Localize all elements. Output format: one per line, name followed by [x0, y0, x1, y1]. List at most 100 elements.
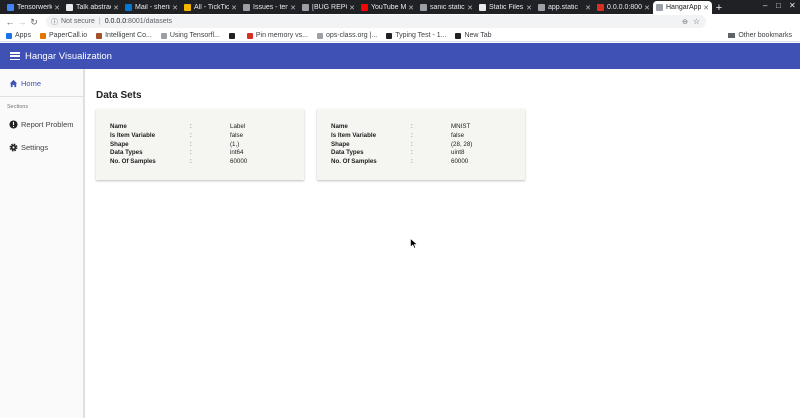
reload-icon[interactable]: ↻	[28, 17, 40, 28]
new-tab-button[interactable]: +	[712, 1, 726, 14]
url-separator: |	[98, 18, 101, 25]
hamburger-menu-icon[interactable]	[10, 52, 20, 60]
sidebar-item-home[interactable]: Home	[0, 75, 83, 91]
browser-tab[interactable]: Tensorwerk ✕	[4, 1, 63, 14]
row-sep: :	[411, 131, 413, 139]
bookmark-item[interactable]: Using Tensorfl...	[160, 32, 220, 39]
bookmark-item[interactable]: Typing Test - 1...	[386, 32, 446, 39]
dataset-card-mnist[interactable]: Name: MNIST Is Item Variable: false Shape:…	[317, 109, 525, 180]
tab-label: YouTube Mu	[371, 4, 407, 11]
tab-close-icon[interactable]: ✕	[644, 4, 650, 12]
minimize-icon[interactable]: –	[763, 1, 767, 10]
tab-label: sanic static	[430, 4, 465, 11]
tab-close-icon[interactable]: ✕	[526, 4, 532, 12]
tab-close-icon[interactable]: ✕	[113, 4, 119, 12]
browser-toolbar: ← → ↻ ⓘ Not secure | 0.0.0.0:8001/datase…	[0, 14, 800, 39]
tab-close-icon[interactable]: ✕	[172, 4, 178, 12]
row-sep: :	[411, 158, 413, 166]
app-title: Hangar Visualization	[25, 50, 112, 62]
sidebar-section-header: Sections	[7, 104, 29, 110]
tab-close-icon[interactable]: ✕	[703, 4, 709, 12]
main-content: Data Sets Name: Label Is Item Variable: fa…	[87, 69, 800, 418]
browser-tab[interactable]: Talk abstract✕	[63, 1, 122, 14]
tab-label: [BUG REPORT	[312, 4, 347, 11]
maximize-icon[interactable]: □	[776, 1, 781, 10]
tab-close-icon[interactable]: ✕	[231, 4, 237, 12]
browser-tab[interactable]: 0.0.0.0:800 ✕	[594, 1, 653, 14]
row-key: Data Types	[110, 149, 143, 157]
sidebar-item-report-problem[interactable]: Report Problem	[0, 116, 83, 132]
tab-label: app.static	[548, 4, 578, 11]
bookmark-item[interactable]: Apps	[6, 32, 31, 39]
bookmark-item[interactable]: New Tab	[455, 32, 492, 39]
sidebar-item-settings[interactable]: Settings	[0, 139, 83, 155]
tab-favicon-icon	[479, 4, 486, 11]
tab-label: 0.0.0.0:800	[607, 4, 643, 11]
browser-tab[interactable]: Static Files ✕	[476, 1, 535, 14]
bookmark-label: Typing Test - 1...	[395, 32, 447, 39]
bookmark-star-icon[interactable]: ☆	[693, 17, 700, 26]
tab-close-icon[interactable]: ✕	[54, 4, 60, 12]
browser-tab[interactable]: [BUG REPORT✕	[299, 1, 358, 14]
tab-label: Static Files	[489, 4, 524, 11]
window-close-icon[interactable]: ✕	[789, 1, 796, 10]
browser-tab[interactable]: app.static ✕	[535, 1, 594, 14]
sidebar-item-label: Settings	[21, 142, 49, 152]
app-bar: Hangar Visualization	[0, 43, 800, 69]
row-value: int64	[230, 149, 244, 157]
bookmark-favicon-icon	[96, 32, 103, 39]
bookmark-label: Apps	[15, 32, 31, 39]
zoom-icon[interactable]: ⊖	[682, 18, 688, 26]
row-value: false	[230, 131, 244, 139]
bookmark-label: Pin memory vs...	[255, 32, 308, 39]
bookmark-item[interactable]	[228, 32, 238, 39]
browser-tab[interactable]: All - TickTick✕	[181, 1, 240, 14]
back-icon[interactable]: ←	[4, 17, 16, 27]
home-icon	[9, 79, 18, 88]
browser-tab[interactable]: YouTube Mu✕	[358, 1, 417, 14]
row-sep: :	[190, 131, 192, 139]
row-value: (28, 28)	[451, 140, 473, 148]
row-key: Name	[331, 123, 348, 130]
bookmark-item[interactable]: Pin memory vs...	[246, 32, 308, 39]
row-sep: :	[190, 140, 192, 148]
tab-favicon-icon	[243, 4, 250, 11]
card-row-name: Name: MNIST	[331, 123, 525, 132]
other-bookmarks[interactable]: Other bookmarks	[728, 32, 792, 39]
tab-label: All - TickTick	[194, 4, 230, 11]
address-bar[interactable]: ⓘ Not secure | 0.0.0.0:8001/datasets ⊖ ☆	[46, 15, 706, 28]
bookmark-favicon-icon	[246, 32, 253, 39]
row-value: Label	[230, 123, 246, 130]
other-bookmarks-label: Other bookmarks	[738, 32, 792, 39]
tab-close-icon[interactable]: ✕	[467, 4, 473, 12]
bookmark-item[interactable]: ops-class.org |...	[317, 32, 377, 39]
tab-close-icon[interactable]: ✕	[585, 4, 591, 12]
browser-tab[interactable]: sanic static ✕	[417, 1, 476, 14]
row-key: Shape	[331, 140, 350, 148]
card-row-data-types: Data Types: int64	[110, 149, 304, 158]
bookmark-item[interactable]: Intelligent Co...	[96, 32, 152, 39]
forward-icon[interactable]: →	[16, 17, 28, 27]
sidebar-item-label: Home	[21, 78, 42, 88]
tab-label: Mail - sherin	[135, 4, 171, 11]
tab-close-icon[interactable]: ✕	[408, 4, 414, 12]
bookmark-favicon-icon	[455, 32, 462, 39]
row-sep: :	[190, 158, 192, 166]
row-value: uint8	[451, 149, 465, 157]
card-row-name: Name: Label	[110, 123, 304, 132]
info-icon[interactable]: ⓘ	[51, 17, 58, 27]
bookmark-item[interactable]: PaperCall.io	[39, 32, 87, 39]
tab-favicon-icon	[302, 4, 309, 11]
row-key: No. Of Samples	[331, 158, 377, 166]
row-value: 60000	[451, 158, 469, 166]
browser-tab[interactable]: HangarApp ✕	[653, 1, 712, 14]
url-host: 0.0.0.0	[104, 18, 127, 25]
tab-favicon-icon	[125, 4, 132, 11]
tab-close-icon[interactable]: ✕	[349, 4, 355, 12]
tab-label: Issues - tens	[253, 4, 289, 11]
sidebar: Home Sections Report Problem Settings	[0, 69, 85, 418]
browser-tab[interactable]: Issues - tens✕	[240, 1, 299, 14]
dataset-card-label[interactable]: Name: Label Is Item Variable: false Shape:…	[96, 109, 304, 180]
tab-close-icon[interactable]: ✕	[290, 4, 296, 12]
browser-tab[interactable]: Mail - sherin ✕	[122, 1, 181, 14]
